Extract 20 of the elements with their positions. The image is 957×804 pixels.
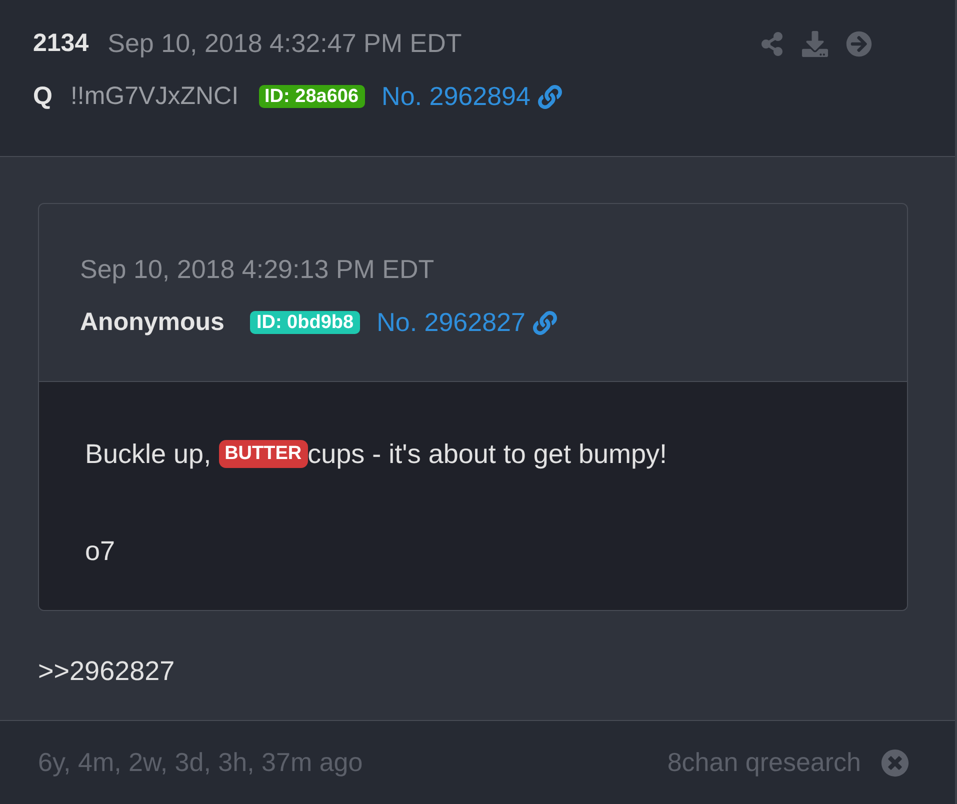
reply-reference: >>2962827 (38, 655, 176, 688)
word-badge: BUTTER (218, 440, 308, 468)
share-icon[interactable] (760, 32, 784, 56)
post-timestamp: Sep 10, 2018 4:32:47 PM EDT (108, 27, 462, 60)
id-badge: ID: 0bd9b8 (250, 310, 360, 334)
post-number: 2134 (33, 28, 89, 59)
close-icon[interactable] (881, 748, 909, 776)
post-link[interactable]: No. 2962894 (382, 77, 530, 116)
message-text: o7 (85, 534, 116, 568)
id-badge: ID: 28a606 (258, 84, 365, 108)
message-text: Buckle up, BUTTER cups - it's about to get bumpy! (85, 438, 668, 471)
arrow-right-icon[interactable] (846, 30, 872, 56)
link-icon[interactable] (533, 310, 558, 334)
link-icon[interactable] (538, 84, 562, 108)
post-author: Q (33, 80, 52, 112)
quoted-timestamp: Sep 10, 2018 4:29:13 PM EDT (80, 253, 436, 286)
quoted-author: Anonymous (80, 306, 224, 338)
quoted-post-link[interactable]: No. 2962827 (376, 303, 526, 342)
download-icon[interactable] (802, 30, 828, 56)
tripcode: !!mG7VJxZNCI (70, 80, 239, 112)
